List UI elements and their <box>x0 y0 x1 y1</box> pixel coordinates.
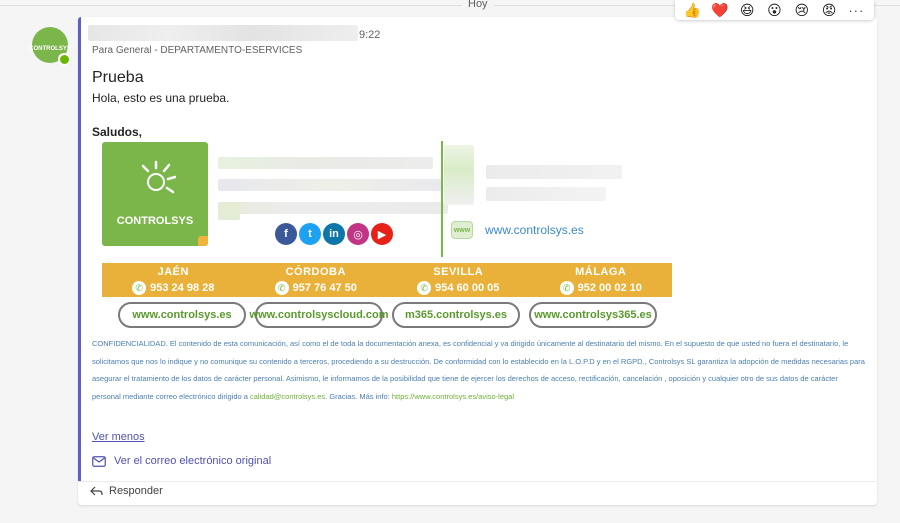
link-controlsys365[interactable]: www.controlsys365.es <box>529 302 657 328</box>
legal-email-link[interactable]: calidad@controlsys.es <box>250 392 325 401</box>
office-phone-number: 957 76 47 50 <box>292 282 357 294</box>
legal-url-link[interactable]: https://www.controlsys.es/aviso-legal <box>392 392 514 401</box>
signature-web-link[interactable]: www.controlsys.es <box>485 223 584 237</box>
office-phone[interactable]: ✆ 957 76 47 50 <box>245 281 388 295</box>
office-phones-bar: JAÉN ✆ 953 24 98 28 CÓRDOBA ✆ 957 76 47 50… <box>102 263 672 297</box>
office-city: SEVILLA <box>433 266 484 278</box>
message-subject: Prueba <box>92 69 144 86</box>
channel-label: Para General - DEPARTAMENTO-ESERVICES <box>92 45 303 56</box>
message-greeting: Saludos, <box>92 125 143 139</box>
sad-reaction-icon[interactable]: 😢 <box>793 1 811 19</box>
laugh-reaction-icon[interactable]: 😆 <box>738 1 756 19</box>
office-city: JAÉN <box>157 266 189 278</box>
link-m365[interactable]: m365.controlsys.es <box>392 302 520 328</box>
message-body: Hola, esto es una prueba. <box>92 91 230 105</box>
office-jaen: JAÉN ✆ 953 24 98 28 <box>102 263 245 297</box>
avatar[interactable]: CONTROLSYS <box>29 27 71 65</box>
message-accent-bar <box>78 17 81 481</box>
office-phone-number: 954 60 00 05 <box>435 282 500 294</box>
phone-icon: ✆ <box>559 281 574 295</box>
facebook-icon[interactable]: f <box>275 223 297 245</box>
instagram-icon[interactable]: ◎ <box>347 223 369 245</box>
signature-brand: CONTROLSYS <box>116 215 194 227</box>
reply-divider <box>78 481 877 482</box>
linkedin-icon[interactable]: in <box>323 223 345 245</box>
phone-icon: ✆ <box>274 281 289 295</box>
office-cordoba: CÓRDOBA ✆ 957 76 47 50 <box>245 263 388 297</box>
heart-reaction-icon[interactable]: ❤️ <box>711 1 729 19</box>
message-time: 9:22 <box>359 29 381 41</box>
mail-icon <box>92 455 106 467</box>
presence-status-icon <box>58 53 70 65</box>
like-reaction-icon[interactable]: 👍 <box>684 1 702 19</box>
signature-mobile-redacted <box>486 187 606 201</box>
office-malaga: MÁLAGA ✆ 952 00 02 10 <box>530 263 673 297</box>
office-phone[interactable]: ✆ 952 00 02 10 <box>530 281 673 295</box>
reply-label: Responder <box>109 485 163 497</box>
controlsys-rays-icon <box>141 160 176 194</box>
reply-icon <box>90 486 103 496</box>
reply-button[interactable]: Responder <box>90 485 163 497</box>
signature-links: www.controlsys.es www.controlsyscloud.co… <box>118 302 657 328</box>
angry-reaction-icon[interactable]: 😡 <box>820 1 838 19</box>
logo-corner-badge <box>198 236 208 246</box>
link-controlsys[interactable]: www.controlsys.es <box>118 302 246 328</box>
view-original-email-button[interactable]: Ver el correo electrónico original <box>92 455 271 467</box>
office-sevilla: SEVILLA ✆ 954 60 00 05 <box>387 263 530 297</box>
signature-contact-icons-redacted <box>444 145 474 205</box>
legal-thanks: . Gracias. Más info: <box>325 391 390 401</box>
phone-icon: ✆ <box>132 281 147 295</box>
office-phone-number: 953 24 98 28 <box>150 282 215 294</box>
signature-logo: CONTROLSYS <box>102 142 208 246</box>
web-icon: www <box>451 221 473 239</box>
surprised-reaction-icon[interactable]: 😮 <box>765 1 783 19</box>
office-city: MÁLAGA <box>575 266 627 278</box>
youtube-icon[interactable]: ▶ <box>371 223 393 245</box>
day-separator-label: Hoy <box>462 0 494 10</box>
signature-phone-redacted <box>486 165 622 179</box>
sender-name-redacted <box>88 25 358 41</box>
signature-title-redacted <box>218 179 443 191</box>
more-options-icon[interactable]: ··· <box>847 1 865 19</box>
view-original-email-label: Ver el correo electrónico original <box>114 455 272 467</box>
phone-icon: ✆ <box>417 281 432 295</box>
social-icons: f t in ◎ ▶ <box>275 223 393 245</box>
link-controlsyscloud[interactable]: www.controlsyscloud.com <box>250 302 388 328</box>
office-city: CÓRDOBA <box>285 266 346 278</box>
office-phone-number: 952 00 02 10 <box>577 282 642 294</box>
office-phone[interactable]: ✆ 954 60 00 05 <box>387 281 530 295</box>
reaction-bar: 👍 ❤️ 😆 😮 😢 😡 ··· <box>675 0 874 20</box>
signature-email-redacted <box>218 202 448 214</box>
signature-divider <box>441 141 443 257</box>
signature-email-icon-redacted <box>218 202 240 220</box>
office-phone[interactable]: ✆ 953 24 98 28 <box>102 281 245 295</box>
legal-disclaimer: CONFIDENCIALIDAD. El contenido de esta c… <box>92 335 867 405</box>
see-less-link[interactable]: Ver menos <box>92 431 145 443</box>
twitter-icon[interactable]: t <box>299 223 321 245</box>
message-card: 9:22 Para General - DEPARTAMENTO-ESERVIC… <box>78 17 877 505</box>
avatar-logo-text: CONTROLSYS <box>29 46 71 52</box>
signature-name-redacted <box>218 157 433 169</box>
